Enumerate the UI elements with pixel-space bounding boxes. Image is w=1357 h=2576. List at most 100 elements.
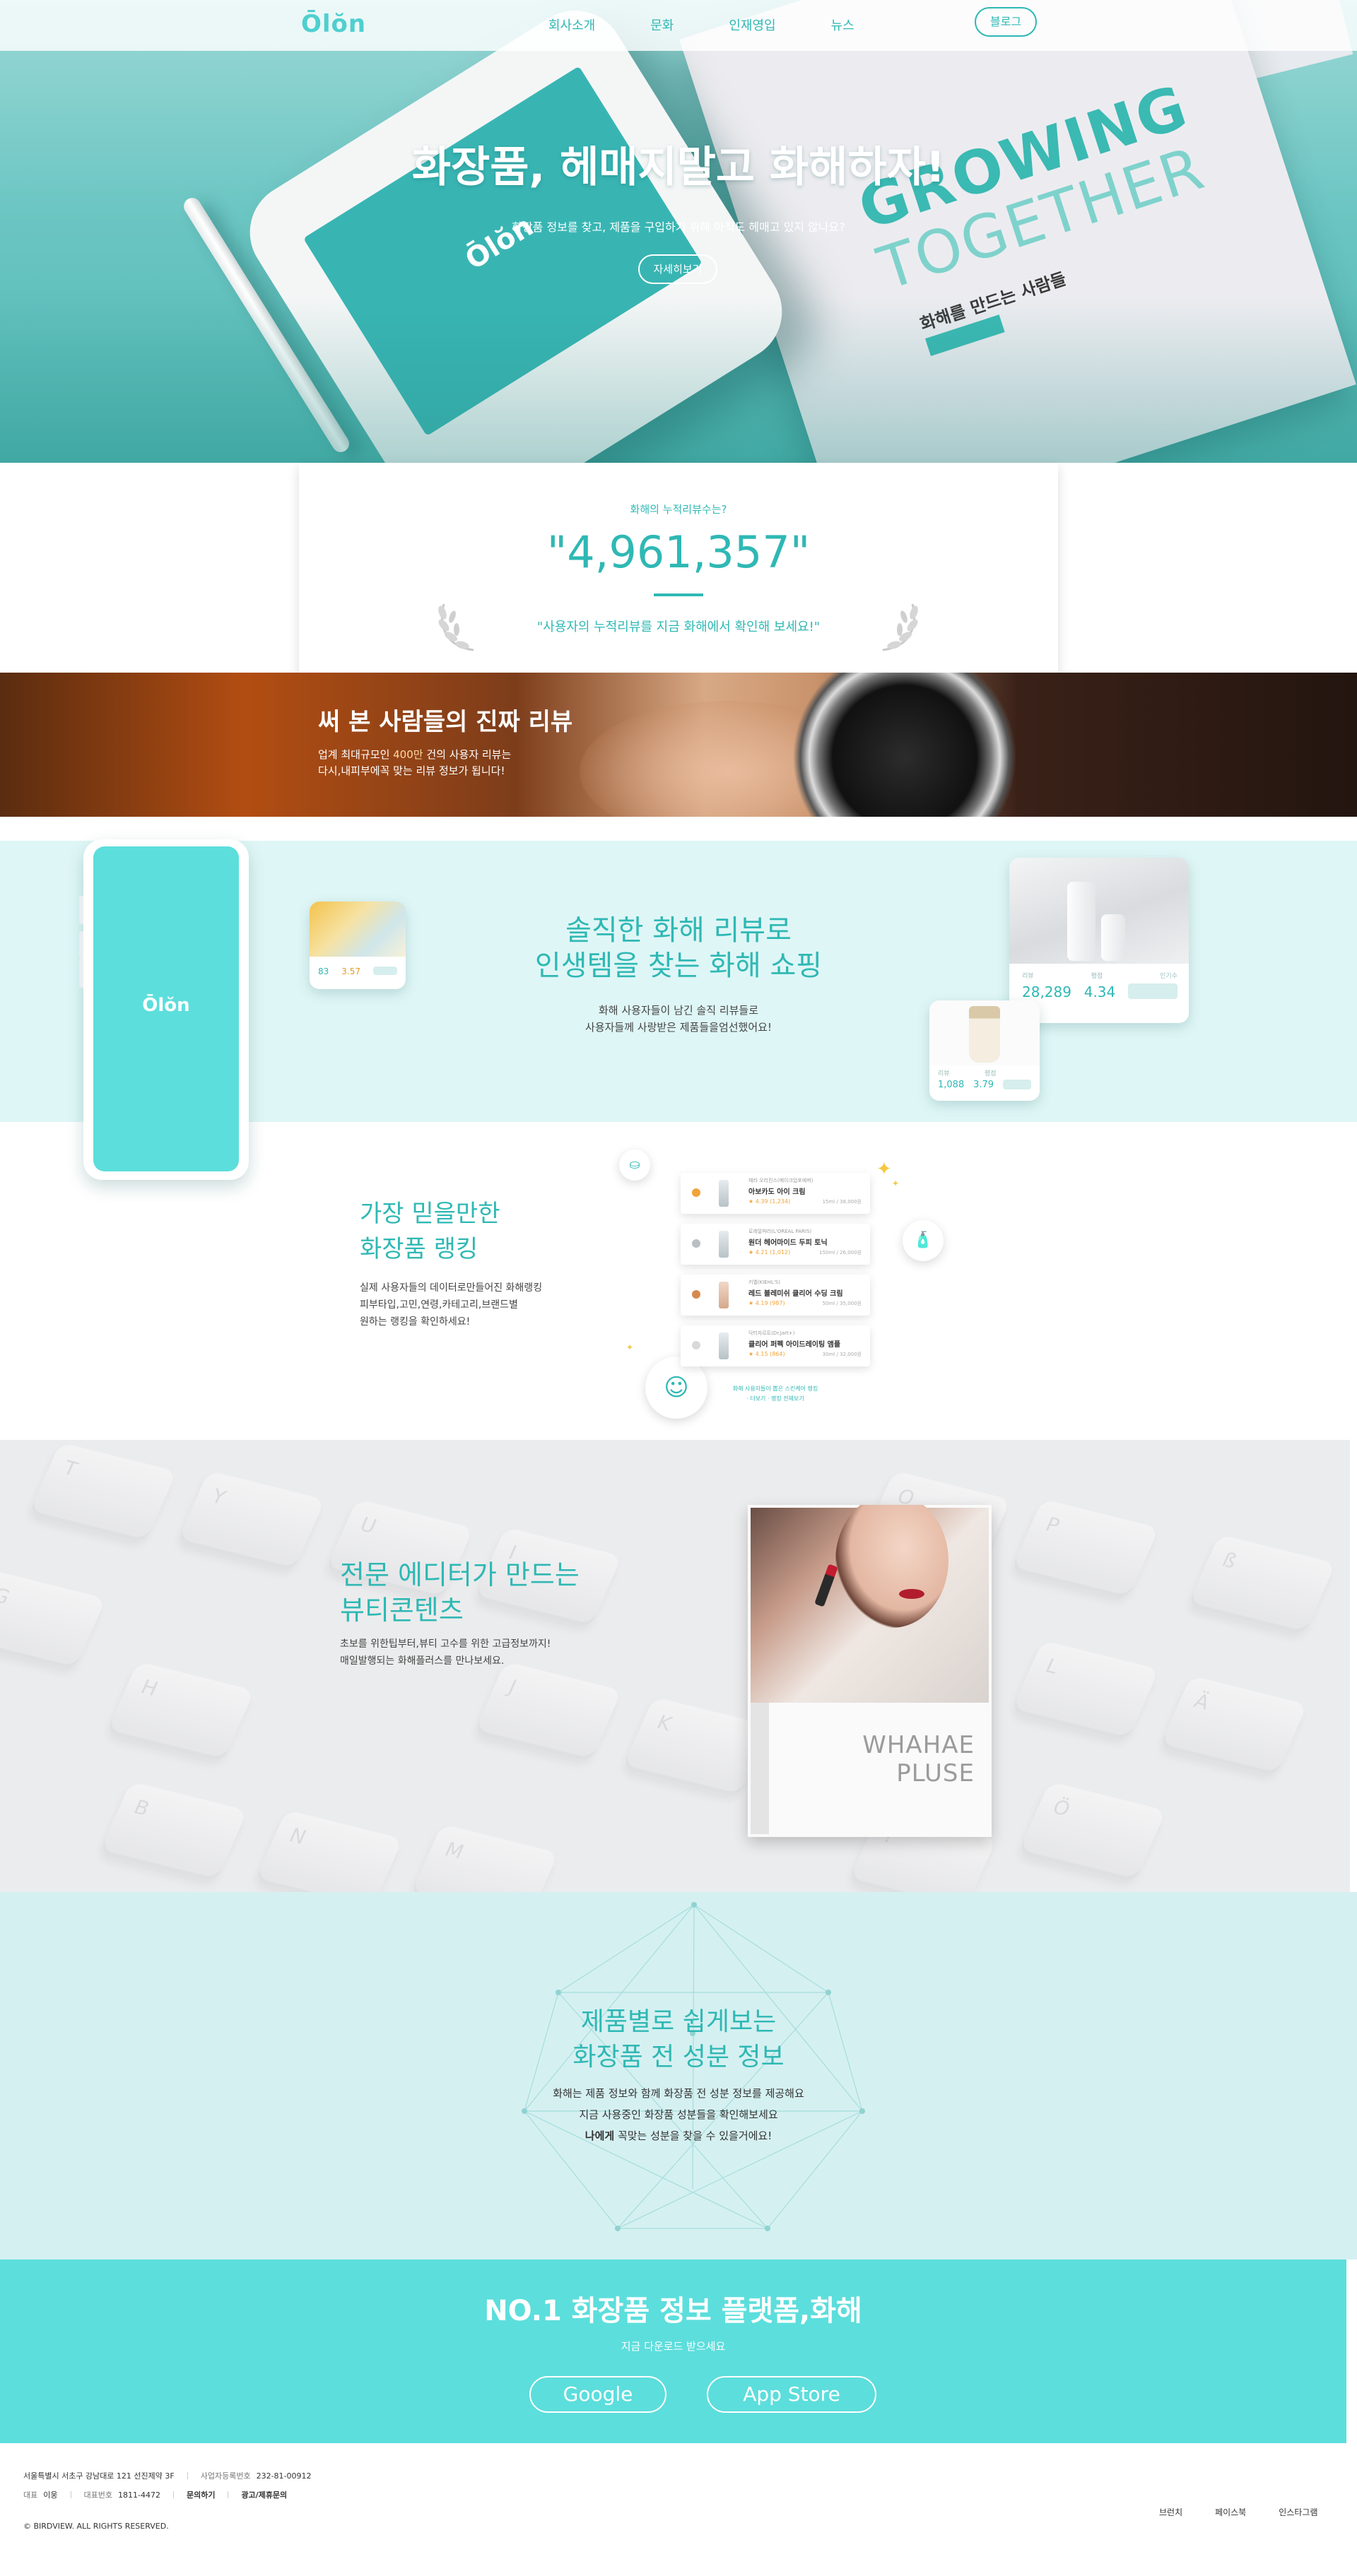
footer-bizno: 232-81-00912	[256, 2471, 312, 2481]
app-phone-screen: Ōlŏn	[93, 846, 239, 1171]
site-footer	[0, 2443, 1357, 2576]
ranking-footnote-1: 화해 사용자들이 뽑은 스킨케어 랭킹	[732, 1386, 818, 1392]
footer-address: 서울특별시 서초구 강남대로 121 선진제약 3F	[23, 2471, 175, 2481]
ranking-item[interactable]: 닥터자르트(Dr.Jart+) 클리어 퍼펙 아이드레이팅 앰플 ★ 4.15 …	[681, 1325, 870, 1366]
hero-detail-button[interactable]: 자세히보기	[638, 254, 717, 284]
ingredient-text-3-rest: 꼭맞는 성분을 찾을 수 있을거에요!	[614, 2129, 773, 2142]
ranking-item[interactable]: 키엘(KIEHL'S) 레드 블레미쉬 클리어 수딩 크림 ★ 4.19 (98…	[681, 1275, 870, 1316]
blog-button[interactable]: 블로그	[975, 7, 1037, 37]
cream-jar-icon: ⛀	[619, 1150, 650, 1181]
footer-separator	[187, 2472, 188, 2479]
editor-title-1: 전문 에디터가 만드는	[340, 1559, 580, 1590]
download-title: NO.1 화장품 정보 플랫폼,화해	[484, 2295, 862, 2327]
footer-link-brunch[interactable]: 브런치	[1159, 2506, 1182, 2518]
footer-bizno-label: 사업자등록번호	[200, 2471, 251, 2481]
review-count-number: "4,961,357"	[546, 526, 811, 578]
app-store-button[interactable]: App Store	[707, 2376, 876, 2413]
main-nav: 회사소개 문화 인재영입 뉴스	[548, 16, 910, 34]
ranking-score: ★ 4.19 (987)	[748, 1300, 785, 1306]
phone-side-button	[79, 959, 83, 988]
sparkle-icon: ✦	[626, 1342, 634, 1352]
app-phone-mockup: Ōlŏn	[79, 839, 249, 1180]
ranking-score: ★ 4.15 (864)	[748, 1351, 785, 1357]
ranking-item[interactable]: 헤라 오리진스(메이크업포에버) 아보카도 아이 크림 ★ 4.39 (1,23…	[681, 1173, 870, 1214]
footer-row-2: 대표 이웅 대표번호 1811-4472 문의하기 광고/제휴문의	[23, 2489, 287, 2500]
label-rating: 평점	[985, 1070, 997, 1077]
editor-text-1: 초보를 위한팁부터,뷰티 고수를 위한 고급정보까지!	[340, 1638, 551, 1650]
google-play-button[interactable]: Google	[529, 2376, 666, 2413]
product-stats: 28,289 4.34	[1022, 983, 1177, 1000]
lipstick-icon	[814, 1564, 838, 1607]
ranking-product-name: 아보카도 아이 크림	[748, 1188, 806, 1196]
ranking-score: ★ 4.39 (1,234)	[748, 1198, 791, 1205]
site-header: Ōlŏn 회사소개 문화 인재영입 뉴스 블로그	[0, 0, 1357, 51]
ingredient-text-2: 지금 사용중인 화장품 성분들을 확인해보세요	[579, 2108, 778, 2121]
product-thumbnail	[719, 1282, 729, 1308]
ranking-text-2: 피부타입,고민,연령,카테고리,브랜드별	[360, 1299, 518, 1311]
keyboard-fade-overlay	[0, 1440, 1350, 1892]
footer-link-facebook[interactable]: 페이스북	[1215, 2506, 1246, 2518]
review-count-question: 화해의 누적리뷰수는?	[630, 503, 727, 516]
ranking-product-name: 레드 블레미쉬 클리어 수딩 크림	[748, 1290, 843, 1298]
ranking-extra: 15ml / 38,000원	[822, 1199, 862, 1205]
magazine-title-2: PLUSE	[896, 1759, 975, 1788]
banner-lens-image	[777, 673, 1032, 817]
medal-icon	[692, 1290, 700, 1299]
hero-subtitle: 화장품 정보를 찾고, 제품을 구입하기 위해 아직도 헤매고 있지 않나요?	[512, 220, 845, 234]
ingredient-title-2: 화장품 전 성분 정보	[572, 2043, 785, 2072]
medal-icon	[692, 1188, 700, 1197]
product-thumbnail	[719, 1231, 729, 1258]
ingredient-title-1: 제품별로 쉽게보는	[580, 2007, 777, 2036]
real-review-title: 써 본 사람들의 진짜 리뷰	[318, 708, 573, 736]
logo[interactable]: Ōlŏn	[301, 10, 366, 38]
ranking-footnote-2[interactable]: · 더보기 · 랭킹 전체보기	[681, 1395, 870, 1402]
real-review-line-1: 업계 최대규모인 400만 건의 사용자 리뷰는	[318, 747, 511, 762]
footer-separator	[172, 2491, 174, 2498]
review-count-divider	[654, 593, 703, 596]
review-count-card: 화해의 누적리뷰수는? "4,961,357" "사용자의 누적리뷰를 지금 화…	[299, 463, 1058, 673]
magazine-title-1: WHAHAE	[862, 1731, 975, 1759]
footer-social-links: 브런치 페이스북 인스타그램	[1159, 2506, 1318, 2518]
footer-tel: 1811-4472	[117, 2490, 160, 2500]
ranking-list: 헤라 오리진스(메이크업포에버) 아보카도 아이 크림 ★ 4.39 (1,23…	[681, 1173, 870, 1376]
nav-culture[interactable]: 문화	[650, 16, 674, 34]
medal-icon	[692, 1341, 700, 1349]
footer-ad-link[interactable]: 광고/제휴문의	[241, 2489, 287, 2500]
page: GROWING TOGETHER 화해를 만드는 사람들 Ōlŏn 화장품, 헤…	[0, 0, 1357, 2576]
product-stat-labels: 리뷰 평점	[938, 1068, 1031, 1077]
sparkle-icon: ✦	[876, 1159, 892, 1180]
ranking-title-2: 화장품 랭킹	[360, 1235, 478, 1263]
magazine-lips	[899, 1589, 924, 1599]
nav-careers[interactable]: 인재영입	[729, 16, 775, 34]
ranking-brand: 키엘(KIEHL'S)	[748, 1280, 780, 1285]
pump-bottle-icon: 🧴	[903, 1220, 944, 1261]
medal-icon	[692, 1239, 700, 1248]
nav-news[interactable]: 뉴스	[831, 16, 854, 34]
ranking-item[interactable]: 로레알파리(L'OREAL PARIS) 원더 헤어마이드 두피 토닉 ★ 4.…	[681, 1224, 870, 1265]
label-reviews: 리뷰	[938, 1070, 950, 1077]
footer-inquiry-link[interactable]: 문의하기	[187, 2489, 215, 2500]
ranking-product-name: 원더 헤어마이드 두피 토닉	[748, 1239, 828, 1247]
product-reviews: 1,088	[938, 1080, 965, 1090]
ranking-text-1: 실제 사용자들의 데이터로만들어진 화해랭킹	[360, 1282, 543, 1294]
ingredient-text-3: 나에게 꼭맞는 성분을 찾을 수 있을거에요!	[0, 2128, 1357, 2143]
download-subtitle: 지금 다운로드 받으세요	[621, 2340, 726, 2353]
ranking-title-1: 가장 믿을만한	[360, 1200, 500, 1228]
magazine-face	[835, 1505, 948, 1628]
nav-about[interactable]: 회사소개	[548, 16, 595, 34]
ranking-brand: 로레알파리(L'OREAL PARIS)	[748, 1229, 812, 1234]
footer-link-instagram[interactable]: 인스타그램	[1279, 2506, 1317, 2518]
sparkle-icon: ✦	[892, 1178, 900, 1188]
ingredient-text-3-bold: 나에게	[584, 2129, 615, 2142]
magazine-spine	[751, 1703, 769, 1834]
product-thumbnail	[719, 1333, 729, 1359]
footer-row-1: 서울특별시 서초구 강남대로 121 선진제약 3F 사업자등록번호 232-8…	[23, 2470, 312, 2481]
ingredient-text-1: 화해는 제품 정보와 함께 화장품 전 성분 정보를 제공해요	[553, 2087, 804, 2100]
footer-ceo: 이웅	[43, 2491, 58, 2500]
magazine-cover[interactable]: WHAHAE PLUSE	[748, 1505, 992, 1837]
hero-shadow	[0, 297, 1357, 463]
magazine-photo	[751, 1505, 989, 1703]
ranking-brand: 닥터자르트(Dr.Jart+)	[748, 1330, 795, 1336]
product-rating: 4.34	[1083, 983, 1116, 1000]
review-count-message: "사용자의 누적리뷰를 지금 화해에서 확인해 보세요!"	[536, 620, 821, 634]
